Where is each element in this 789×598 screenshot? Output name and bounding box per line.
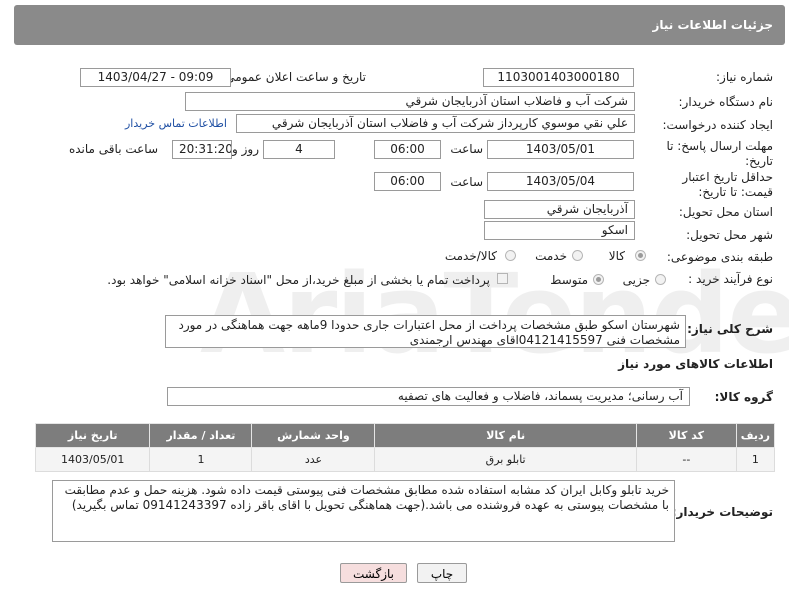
category-goods-radio[interactable]: [635, 250, 646, 261]
items-table-header: ردیف کد کالا نام کالا واحد شمارش تعداد /…: [34, 423, 776, 448]
page-header: جزئیات اطلاعات نیاز: [14, 5, 785, 45]
col-unit-header: واحد شمارش: [251, 423, 376, 448]
col-name-header: نام کالا: [374, 423, 637, 448]
col-quantity-header: تعداد / مقدار: [149, 423, 253, 448]
buyer-contact-link[interactable]: اطلاعات تماس خریدار: [125, 117, 227, 130]
validity-date-field: 1403/05/04: [487, 172, 634, 191]
validity-time-label: ساعت: [450, 175, 483, 189]
days-and-label: روز و: [232, 142, 259, 156]
treasury-payment-note: پرداخت تمام یا بخشی از مبلغ خرید،از محل …: [107, 273, 490, 287]
items-info-heading: اطلاعات کالاهای مورد نیاز: [618, 357, 773, 371]
delivery-province-label: استان محل تحویل:: [678, 205, 773, 219]
col-row-header: ردیف: [735, 423, 776, 448]
delivery-city-label: شهر محل تحویل:: [686, 228, 773, 242]
description-label: شرح کلی نیاز:: [687, 322, 773, 336]
purchase-medium-radio[interactable]: [593, 274, 604, 285]
purchase-medium-label: متوسط: [550, 273, 588, 287]
cell-code: --: [635, 447, 737, 472]
remaining-time-field: 20:31:20: [172, 140, 232, 159]
buyer-notes-field: خرید تابلو وکابل ایران کد مشابه استفاده …: [52, 480, 675, 542]
remaining-time-label: ساعت باقی مانده: [68, 142, 158, 156]
requester-field: علي نقي موسوي کارپرداز شرکت آب و فاضلاب …: [236, 114, 635, 133]
validity-time-field: 06:00: [374, 172, 441, 191]
purchase-type-label: نوع فرآیند خرید :: [688, 272, 773, 286]
cell-unit: عدد: [251, 447, 376, 472]
treasury-payment-checkbox[interactable]: [497, 273, 508, 284]
cell-quantity: 1: [149, 447, 253, 472]
purchase-minor-label: جزیی: [622, 273, 650, 287]
requester-label: ایجاد کننده درخواست:: [662, 118, 773, 132]
buyer-org-label: نام دستگاه خریدار:: [678, 95, 774, 109]
category-service-label: خدمت: [535, 249, 567, 263]
min-validity-label: حداقل تاریخ اعتبار قیمت: تا تاریخ:: [682, 170, 773, 199]
category-goods-service-radio[interactable]: [505, 250, 516, 261]
announce-datetime-field: 1403/04/27 - 09:09: [80, 68, 231, 87]
col-date-header: تاریخ نیاز: [34, 423, 151, 448]
delivery-city-field: اسکو: [484, 221, 635, 240]
print-button[interactable]: چاپ: [417, 563, 467, 583]
col-code-header: کد کالا: [635, 423, 737, 448]
description-field: شهرستان اسکو طبق مشخصات پرداخت از محل اع…: [165, 315, 686, 348]
category-service-radio[interactable]: [572, 250, 583, 261]
reply-date-field: 1403/05/01: [487, 140, 634, 159]
category-goods-label: کالا: [608, 249, 625, 263]
announce-datetime-label: تاریخ و ساعت اعلان عمومی:: [221, 70, 366, 84]
buyer-notes-label: توضیحات خریدار:: [671, 505, 773, 519]
purchase-minor-radio[interactable]: [655, 274, 666, 285]
delivery-province-field: آذربایجان شرقي: [484, 200, 635, 219]
goods-group-field: آب رسانی؛ مدیریت پسماند، فاضلاب و فعالیت…: [167, 387, 690, 406]
reply-time-field: 06:00: [374, 140, 441, 159]
items-table: ردیف کد کالا نام کالا واحد شمارش تعداد /…: [34, 423, 776, 472]
category-goods-service-label: کالا/خدمت: [444, 249, 497, 263]
cell-date: 1403/05/01: [34, 447, 151, 472]
reply-time-label: ساعت: [450, 142, 483, 156]
goods-group-label: گروه کالا:: [714, 390, 773, 404]
need-number-field: 1103001403000180: [483, 68, 634, 87]
buyer-org-field: شرکت آب و فاضلاب استان آذربایجان شرقي: [185, 92, 635, 111]
reply-deadline-label: مهلت ارسال پاسخ: تا تاریخ:: [666, 139, 773, 168]
category-label: طبقه بندی موضوعی:: [666, 250, 773, 264]
cell-row-number: 1: [735, 447, 776, 472]
cell-name: تابلو برق: [374, 447, 637, 472]
page-title: جزئیات اطلاعات نیاز: [652, 18, 773, 32]
need-number-label: شماره نیاز:: [716, 70, 773, 84]
table-row: 1 -- تابلو برق عدد 1 1403/05/01: [34, 447, 776, 472]
reply-days-field: 4: [263, 140, 335, 159]
back-button[interactable]: بازگشت: [340, 563, 407, 583]
